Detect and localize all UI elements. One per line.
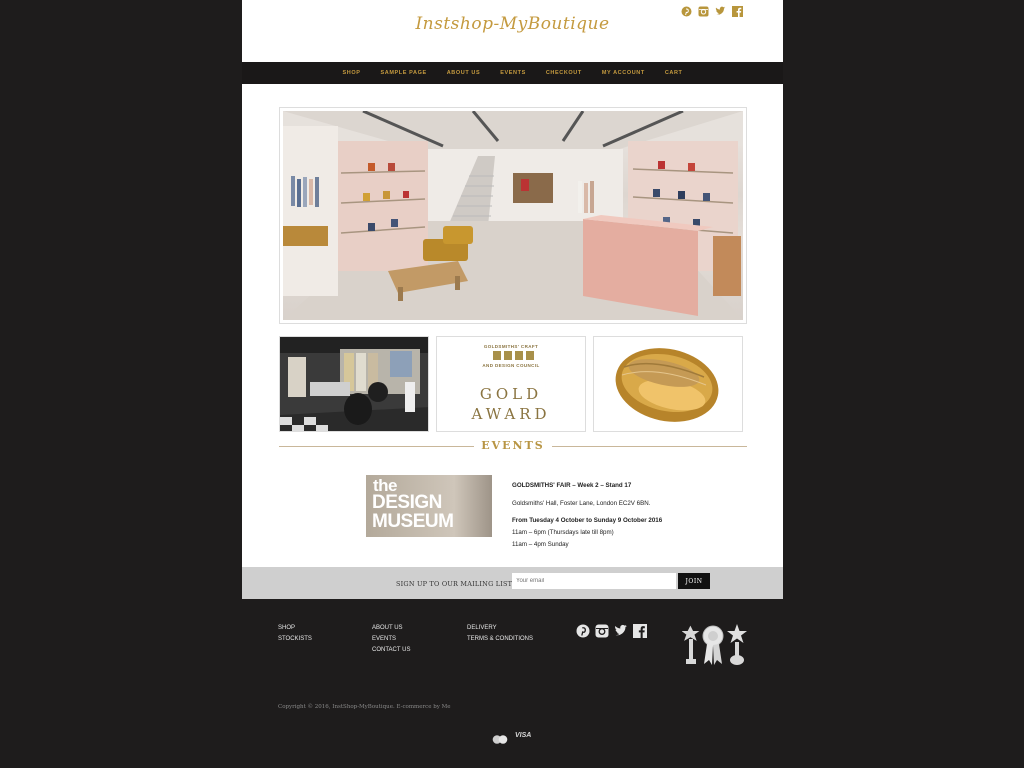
- copyright-text: Copyright © 2016, InstShop-MyBoutique. E…: [278, 704, 451, 710]
- mailing-list-label: SIGN UP TO OUR MAILING LIST: [396, 580, 513, 588]
- facebook-icon[interactable]: [732, 4, 743, 17]
- event-hours-weekday: 11am – 6pm (Thursdays late till 8pm): [512, 529, 614, 536]
- twitter-icon[interactable]: [715, 4, 726, 15]
- join-button[interactable]: JOIN: [678, 573, 710, 589]
- main-content: GOLDSMITHS' CRAFT AND DESIGN COUNCIL GOL…: [242, 84, 783, 599]
- nav-shop[interactable]: SHOP: [342, 70, 360, 76]
- nav-checkout[interactable]: CHECKOUT: [546, 70, 582, 76]
- site-logo[interactable]: Instshop-MyBoutique: [242, 14, 783, 34]
- footer-links-col3: DELIVERY TERMS & CONDITIONS: [467, 624, 533, 643]
- award-gold-text: GOLD: [479, 385, 543, 403]
- tile-gold-award[interactable]: GOLDSMITHS' CRAFT AND DESIGN COUNCIL GOL…: [436, 336, 586, 432]
- hero-boutique-interior-image[interactable]: [283, 111, 743, 320]
- facebook-icon[interactable]: [633, 624, 647, 638]
- goldsmiths-council-line2: AND DESIGN COUNCIL: [482, 363, 540, 368]
- event-address: Goldsmiths' Hall, Foster Lane, London EC…: [512, 500, 651, 507]
- design-museum-logo[interactable]: the DESIGN MUSEUM: [366, 475, 492, 537]
- footer-link-shop[interactable]: SHOP: [278, 624, 312, 632]
- award-badges: [681, 622, 748, 668]
- instagram-icon[interactable]: [698, 4, 709, 17]
- goldsmiths-council-line1: GOLDSMITHS' CRAFT: [483, 344, 539, 349]
- crest-icon: [515, 351, 523, 360]
- goldsmiths-crests: [493, 351, 534, 360]
- twitter-icon[interactable]: [614, 624, 628, 638]
- footer-link-events[interactable]: EVENTS: [372, 635, 410, 643]
- mastercard-icon: [492, 731, 508, 744]
- star-trophy-icon: [727, 624, 747, 665]
- events-section-heading: EVENTS: [279, 438, 747, 454]
- crest-icon: [504, 351, 512, 360]
- nav-cart[interactable]: CART: [665, 70, 683, 76]
- event-dates: From Tuesday 4 October to Sunday 9 Octob…: [512, 517, 663, 524]
- visa-icon: VISA: [515, 732, 532, 739]
- main-nav: SHOP SAMPLE PAGE ABOUT US EVENTS CHECKOU…: [242, 62, 783, 84]
- footer-links-col1: SHOP STOCKISTS: [278, 624, 312, 643]
- event-hours-sunday: 11am – 4pm Sunday: [512, 541, 569, 548]
- mailing-list-bar: SIGN UP TO OUR MAILING LIST JOIN: [242, 567, 783, 599]
- nav-about-us[interactable]: ABOUT US: [447, 70, 481, 76]
- email-input[interactable]: [512, 573, 676, 589]
- footer-link-about-us[interactable]: ABOUT US: [372, 624, 410, 632]
- design-museum-logo-line2: DESIGN: [372, 492, 442, 513]
- payment-methods: VISA: [492, 731, 532, 744]
- event-details: GOLDSMITHS' FAIR – Week 2 – Stand 17 Gol…: [512, 482, 732, 553]
- site-header: Instshop-MyBoutique: [242, 0, 783, 62]
- nav-events[interactable]: EVENTS: [500, 70, 526, 76]
- rosette-icon: [702, 625, 724, 665]
- footer-link-delivery[interactable]: DELIVERY: [467, 624, 533, 632]
- crest-icon: [526, 351, 534, 360]
- header-social-links: [681, 4, 743, 17]
- event-title: GOLDSMITHS' FAIR – Week 2 – Stand 17: [512, 482, 632, 489]
- footer-link-stockists[interactable]: STOCKISTS: [278, 635, 312, 643]
- pinterest-icon[interactable]: [576, 624, 590, 638]
- nav-sample-page[interactable]: SAMPLE PAGE: [380, 70, 426, 76]
- footer-link-terms[interactable]: TERMS & CONDITIONS: [467, 635, 533, 643]
- tile-gold-ring-image[interactable]: [593, 336, 743, 432]
- hero-image-frame: [279, 107, 747, 324]
- footer-social-links: [576, 624, 647, 638]
- nav-my-account[interactable]: MY ACCOUNT: [602, 70, 645, 76]
- footer-link-contact-us[interactable]: CONTACT US: [372, 646, 410, 654]
- design-museum-logo-line3: MUSEUM: [372, 511, 454, 532]
- tile-showroom-image[interactable]: [279, 336, 429, 432]
- feature-tiles: GOLDSMITHS' CRAFT AND DESIGN COUNCIL GOL…: [279, 336, 745, 432]
- award-award-text: AWARD: [471, 405, 551, 423]
- trophy-icon: [681, 625, 700, 664]
- events-heading-text: EVENTS: [481, 439, 545, 452]
- footer-links-col2: ABOUT US EVENTS CONTACT US: [372, 624, 410, 654]
- crest-icon: [493, 351, 501, 360]
- instagram-icon[interactable]: [595, 624, 609, 638]
- pinterest-icon[interactable]: [681, 4, 692, 17]
